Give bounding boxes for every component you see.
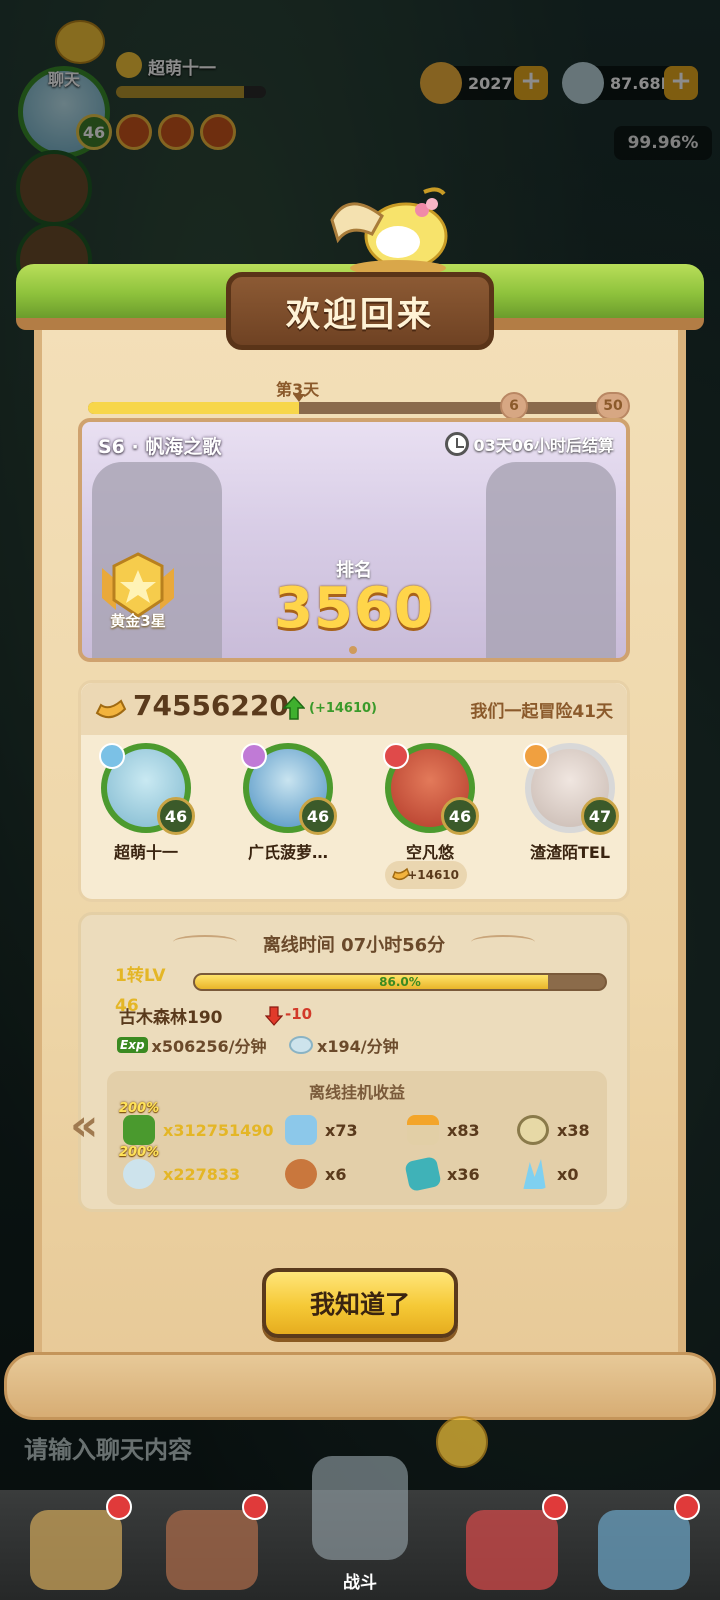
earn-stone[interactable]: 200% x227833 [119,1145,241,1189]
member-name: 超萌十一 [113,843,178,862]
chat-input[interactable]: 请输入聊天内容 [24,1430,192,1465]
map-delta: -10 [285,1005,313,1023]
gold-ingot-icon [392,867,410,881]
milestone-6[interactable]: 6 [500,392,528,420]
down-arrow-icon [265,1006,283,1026]
earn-value: x312751490 [163,1120,274,1140]
days-together: 我们一起冒险41天 [470,702,613,722]
rank-value: 3560 [274,576,434,641]
member-level: 46 [157,797,195,835]
sword-role-icon [99,743,125,769]
exp-rate: Exp x506256/分钟 [117,1033,267,1057]
stone-rate-value: x194/分钟 [317,1037,399,1056]
horn-bird-icon [330,187,448,276]
member-3[interactable]: 46 空凡悠 [365,743,495,863]
team-power: 74556220 [133,689,289,722]
exp-icon: Exp [117,1037,148,1053]
torch-icon [407,1115,439,1145]
exp-rate-value: x506256/分钟 [151,1037,267,1056]
battle-icon [312,1456,408,1560]
map-name: 古木森林190 [119,1008,223,1028]
member-1[interactable]: 46 超萌十一 [81,743,211,863]
team-card: 74556220 (+14610) 我们一起冒险41天 46 超萌十一 46 广… [78,680,630,902]
notification-icon [674,1494,700,1520]
season-progress-bar [88,402,628,414]
earnings-title: 离线挂机收益 [308,1083,405,1102]
ice-cube-icon [285,1115,317,1145]
notification-icon [542,1494,568,1520]
countdown-text: 03天06小时后结算 [473,436,614,455]
offline-earnings: 离线挂机收益 200% x312751490 x73 x83 x38 200% … [107,1071,607,1205]
power-delta: (+14610) [309,701,378,716]
notification-icon [106,1494,132,1520]
nav-totem-icon [598,1510,690,1590]
emoji-button[interactable] [436,1416,488,1468]
earn-torch[interactable]: x83 [407,1115,480,1145]
dialog-title: 欢迎回来 [226,272,494,350]
earn-value: x36 [447,1164,480,1184]
offline-time: 离线时间 07小时56分 [262,935,446,956]
offline-card: 离线时间 07小时56分 1转LV 46 86.0% 古木森林190 -10 E… [78,912,630,1212]
welcome-back-dialog: 欢迎回来 第3天 6 50 S6 · 帆海之歌 03天06小时后结算 黄金3星 … [0,180,720,1420]
earn-value: x6 [325,1164,347,1184]
clock-icon [445,432,470,456]
shield-role-icon [383,743,409,769]
up-arrow-icon [283,695,305,720]
nav-tab-1[interactable] [10,1490,142,1600]
earn-meat[interactable]: x6 [285,1159,346,1189]
member-level: 46 [299,797,337,835]
exp-icon: 200% [119,1101,159,1145]
member-level: 46 [441,797,479,835]
confirm-button[interactable]: 我知道了 [262,1268,458,1338]
collapse-arrows-icon[interactable]: « [70,1100,98,1151]
nav-caveman-icon [30,1510,122,1590]
nav-tab-battle[interactable]: 战斗 [292,1456,428,1600]
member-name: 广氏菠萝… [247,843,328,862]
boost-label: 200% [119,1101,160,1116]
season-countdown: 03天06小时后结算 [445,432,614,456]
nav-tab-5[interactable] [578,1490,710,1600]
earn-value: x227833 [163,1164,241,1184]
meat-icon [285,1159,317,1189]
member-name: 空凡悠 [405,843,454,862]
earn-exp[interactable]: 200% x312751490 [119,1101,274,1145]
earn-ice-cube[interactable]: x73 [285,1115,358,1145]
nav-tab-2[interactable] [146,1490,278,1600]
gold-ingot-icon [95,699,127,719]
stone-icon [289,1036,313,1054]
member-name: 渣渣陌TEL [529,843,611,862]
gear-icon [517,1115,549,1145]
contribution-badge: +14610 [385,861,467,889]
earn-ice-shard[interactable]: x0 [517,1159,578,1189]
earn-value: x38 [557,1120,590,1140]
contribution-value: +14610 [407,868,459,882]
earn-value: x83 [447,1120,480,1140]
bow-role-icon [523,743,549,769]
nav-tab-4[interactable] [446,1490,578,1600]
day-marker [293,394,305,402]
level-progress-text: 86.0% [379,975,421,989]
member-2[interactable]: 46 广氏菠萝… [223,743,353,863]
nav-hero-icon [166,1510,258,1590]
season-name: S6 · 帆海之歌 [98,436,222,458]
page-dot [349,646,357,654]
earn-value: x0 [557,1164,579,1184]
magic-role-icon [241,743,267,769]
boost-label: 200% [119,1145,160,1160]
member-level: 47 [581,797,619,835]
season-card: S6 · 帆海之歌 03天06小时后结算 黄金3星 排名 3560 [78,418,630,662]
stone-rate: x194/分钟 [289,1033,399,1057]
nav-battle-label: 战斗 [343,1573,377,1593]
milestone-50[interactable]: 50 [596,392,630,420]
earn-gear[interactable]: x38 [517,1115,590,1145]
notification-icon [242,1494,268,1520]
earn-value: x73 [325,1120,358,1140]
member-4[interactable]: 47 渣渣陌TEL [505,743,635,863]
stone-icon: 200% [119,1145,159,1189]
nav-pet-icon [466,1510,558,1590]
scroll-bottom-roll [4,1352,716,1420]
ice-shard-icon [523,1159,546,1189]
earn-crystal[interactable]: x36 [404,1156,480,1192]
crystal-icon [404,1156,442,1192]
